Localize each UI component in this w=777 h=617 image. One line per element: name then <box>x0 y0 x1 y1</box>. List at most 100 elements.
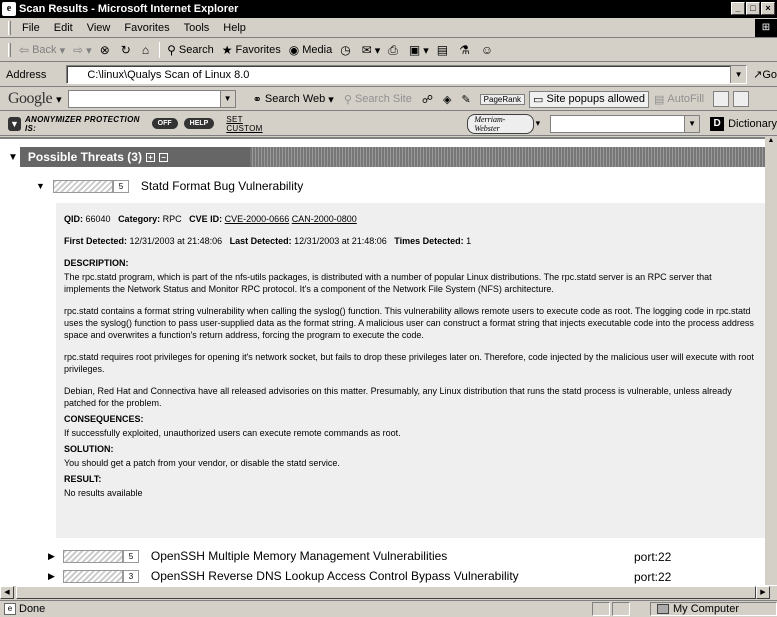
back-button[interactable]: ⇦ Back ▾ <box>15 43 69 57</box>
search-button[interactable]: ⚲ Search <box>163 43 218 57</box>
threat-row[interactable]: ▶ 3 OpenSSH Reverse DNS Lookup Access Co… <box>48 569 519 583</box>
highlight-button[interactable]: ✎ <box>456 93 475 106</box>
menu-view[interactable]: View <box>80 22 118 34</box>
menu-help[interactable]: Help <box>216 22 253 34</box>
toolbar-grip[interactable] <box>8 20 11 35</box>
scroll-left-icon[interactable]: ◀ <box>0 586 14 599</box>
threat-dates: First Detected: 12/31/2003 at 21:48:06 L… <box>64 236 472 246</box>
header-pattern <box>250 147 766 167</box>
stop-button[interactable]: ⊗ <box>96 43 117 57</box>
status-cells <box>592 602 630 616</box>
anonymizer-help-button[interactable]: HELP <box>183 118 215 129</box>
collapse-all-icon[interactable]: − <box>158 152 168 162</box>
search-web-button[interactable]: ⚭ Search Web ▾ <box>248 93 339 106</box>
severity-bar <box>52 179 113 193</box>
result-heading: RESULT: <box>64 474 102 484</box>
info-icon: ◈ <box>442 93 452 106</box>
pagerank-indicator[interactable]: PageRank <box>479 93 526 105</box>
window-controls: _ □ × <box>731 2 775 15</box>
home-button[interactable]: ⌂ <box>138 43 156 57</box>
maximize-button[interactable]: □ <box>746 2 760 15</box>
research-button[interactable]: ⚗ <box>455 43 477 57</box>
discuss-button[interactable]: ▤ <box>433 43 455 57</box>
popup-blocker-button[interactable]: ▭ Site popups allowed <box>529 90 649 108</box>
expand-triangle-icon[interactable]: ▶ <box>48 571 55 582</box>
scroll-right-icon[interactable]: ▶ <box>756 586 770 599</box>
print-button[interactable]: ⎙ <box>384 43 405 58</box>
threat-ids: QID: 66040 Category: RPC CVE ID: CVE-200… <box>64 214 357 224</box>
description-heading: DESCRIPTION: <box>64 258 129 268</box>
threat-row[interactable]: ▶ 5 OpenSSH Multiple Memory Management V… <box>48 549 447 563</box>
news-icon: ☍ <box>421 93 433 106</box>
description-paragraph: The rpc.statd program, which is part of … <box>64 272 712 294</box>
edit-button[interactable]: ▣ ▾ <box>405 43 433 57</box>
google-search-input[interactable]: ▼ <box>67 90 236 108</box>
collapse-triangle-icon[interactable]: ▼ <box>36 181 45 191</box>
windows-logo-icon: ⊞ <box>755 19 777 37</box>
dictionary-dropdown[interactable]: ▼ <box>684 115 700 132</box>
messenger-button[interactable]: ☺ <box>477 43 500 57</box>
messenger-icon: ☺ <box>480 43 494 57</box>
google-search-dropdown[interactable]: ▼ <box>219 91 235 107</box>
search-site-button[interactable]: ⚲ Search Site <box>339 93 417 106</box>
horizontal-scrollbar[interactable]: ◀ ▶ <box>0 585 777 599</box>
expand-all-icon[interactable]: + <box>145 152 155 162</box>
consequences-text: If successfully exploited, unauthorized … <box>64 428 401 438</box>
mail-button[interactable]: ✉ ▾ <box>358 43 385 57</box>
go-button[interactable]: ↗ Go <box>753 68 777 82</box>
news-button[interactable]: ☍ <box>417 93 438 106</box>
menu-favorites[interactable]: Favorites <box>117 22 176 34</box>
menu-file[interactable]: File <box>15 22 47 34</box>
anonymizer-toolbar: ▼ ANONYMIZER PROTECTION IS: OFF HELP SET… <box>0 112 777 136</box>
menu-edit[interactable]: Edit <box>47 22 80 34</box>
description-paragraph: rpc.statd contains a format string vulne… <box>64 306 754 340</box>
severity-level: 5 <box>122 549 139 563</box>
shield-icon: ▼ <box>8 116 21 131</box>
dictionary-search-input[interactable]: ▼ <box>550 114 701 133</box>
threat-row[interactable]: ▼ 5 Statd Format Bug Vulnerability <box>36 179 303 193</box>
merriam-webster-logo[interactable]: Merriam-Webster <box>467 113 534 134</box>
cve-link[interactable]: CVE-2000-0666 <box>225 214 290 224</box>
history-button[interactable]: ◷ <box>336 43 357 57</box>
dictionary-button[interactable]: D Dictionary <box>710 116 777 131</box>
address-dropdown-button[interactable]: ▼ <box>730 66 747 83</box>
description-paragraph: rpc.statd requires root privileges for o… <box>64 352 754 374</box>
ie-icon[interactable]: e <box>2 2 16 16</box>
autofill-button[interactable]: ▤ AutoFill <box>649 93 709 106</box>
media-button[interactable]: ◉ Media <box>285 43 336 57</box>
threat-port: port:22 <box>634 550 672 564</box>
media-icon: ◉ <box>288 43 300 57</box>
threat-name[interactable]: OpenSSH Reverse DNS Lookup Access Contro… <box>151 569 519 583</box>
menu-tools[interactable]: Tools <box>177 22 217 34</box>
search-site-icon: ⚲ <box>343 93 352 106</box>
anonymizer-off-button[interactable]: OFF <box>151 118 178 129</box>
title-bar: e Scan Results - Microsoft Internet Expl… <box>0 0 777 18</box>
threat-name[interactable]: Statd Format Bug Vulnerability <box>141 179 303 193</box>
toolbar-grip[interactable] <box>8 43 11 57</box>
expand-triangle-icon[interactable]: ▶ <box>48 551 55 562</box>
threat-name[interactable]: OpenSSH Multiple Memory Management Vulne… <box>151 549 447 563</box>
threat-detail-panel: QID: 66040 Category: RPC CVE ID: CVE-200… <box>56 203 766 538</box>
options-icon[interactable] <box>713 91 730 107</box>
scroll-thumb[interactable] <box>16 586 756 599</box>
home-icon: ⌂ <box>141 43 150 57</box>
scroll-up-icon[interactable]: ▲ <box>765 137 777 149</box>
google-logo[interactable]: Google <box>8 90 53 108</box>
close-button[interactable]: × <box>761 2 775 15</box>
favorites-button[interactable]: ★ Favorites <box>218 43 285 57</box>
possible-threats-header[interactable]: ▼ Possible Threats (3) + − <box>8 147 766 167</box>
can-link[interactable]: CAN-2000-0800 <box>292 214 357 224</box>
refresh-button[interactable]: ↻ <box>117 43 138 57</box>
collapse-triangle-icon[interactable]: ▼ <box>8 152 18 163</box>
vertical-scrollbar[interactable]: ▲ <box>765 137 777 587</box>
pagerank-options-icon[interactable] <box>733 91 750 107</box>
info-button[interactable]: ◈ <box>438 93 456 106</box>
description-paragraph: Debian, Red Hat and Connectiva have all … <box>64 386 732 408</box>
address-field[interactable]: C:\linux\Qualys Scan of Linux 8.0 ▼ <box>66 65 748 84</box>
forward-button[interactable]: ⇨ ▾ <box>69 43 96 57</box>
anonymizer-label: ANONYMIZER PROTECTION IS: <box>24 114 140 133</box>
discuss-icon: ▤ <box>436 43 449 57</box>
minimize-button[interactable]: _ <box>731 2 745 15</box>
set-custom-link[interactable]: SET CUSTOM <box>226 115 277 133</box>
severity-bar <box>62 549 123 563</box>
